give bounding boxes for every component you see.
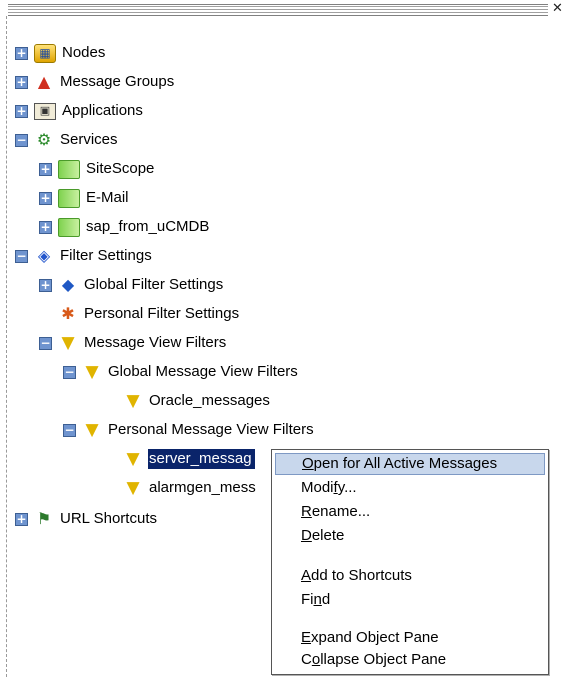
tree-node-filter-settings[interactable]: − ◈ Filter Settings [15,245,155,267]
tree-node-label: URL Shortcuts [60,510,157,527]
menu-item-rename[interactable]: Rename... [275,501,545,523]
applications-icon: ▣ [34,102,56,120]
expand-icon[interactable]: + [15,75,28,89]
expand-icon[interactable]: + [39,220,52,234]
tree-node-label: Message Groups [60,73,175,90]
funnel-icon: ▼ [85,362,99,382]
service-icon [58,188,80,208]
collapse-icon[interactable]: − [15,249,28,263]
tree-node-url-shortcuts[interactable]: + ⚑ URL Shortcuts [15,508,160,530]
collapse-icon[interactable]: − [39,336,52,350]
tree-node-global-filter-settings[interactable]: + ◆ Global Filter Settings [39,274,226,296]
tree-node-label: server_messag [148,449,255,469]
tree-node-personal-message-view-filters[interactable]: − ▼ Personal Message View Filters [63,419,317,441]
funnel-icon: ▼ [126,478,140,498]
tree-node-service[interactable]: + SiteScope [39,158,157,180]
tree-node-label: Oracle_messages [149,392,270,409]
funnel-icon: ▼ [126,449,140,469]
tree-node-label: Filter Settings [60,247,152,264]
context-menu: Open for All Active Messages Modify... R… [271,449,549,675]
tree-node-filter-item-selected[interactable]: ▼ server_messag [123,448,255,470]
menu-item-open-all-active[interactable]: Open for All Active Messages [275,453,545,475]
nodes-icon: ▦ [34,43,56,63]
funnel-icon: ▼ [61,333,75,353]
tree-node-filter-item[interactable]: ▼ Oracle_messages [123,390,273,412]
collapse-icon[interactable]: − [15,133,28,147]
expand-icon[interactable]: + [15,46,28,60]
message-groups-icon: ▲ [37,72,51,91]
services-icon: ⚙ [36,130,52,149]
menu-item-collapse-object-pane[interactable]: Collapse Object Pane [275,649,545,671]
tree-node-applications[interactable]: + ▣ Applications [15,100,146,122]
tree-node-label: sap_from_uCMDB [86,218,210,235]
collapse-icon[interactable]: − [63,423,76,437]
global-filter-icon: ◆ [61,275,75,294]
tree-node-label: Nodes [62,44,106,61]
tree-node-label: Message View Filters [84,334,227,351]
tree-node-services[interactable]: − ⚙ Services [15,129,121,151]
funnel-icon: ▼ [126,391,140,411]
menu-item-find[interactable]: Find [275,589,545,611]
tree-node-label: Applications [62,102,143,119]
tree-node-filter-item[interactable]: ▼ alarmgen_mess [123,477,259,499]
service-icon [58,159,80,179]
tree-node-label: Global Message View Filters [108,363,298,380]
menu-item-modify[interactable]: Modify... [275,477,545,499]
expand-icon[interactable]: + [39,162,52,176]
tree-node-label: Global Filter Settings [84,276,224,293]
tree-node-label: SiteScope [86,160,155,177]
service-icon [58,217,80,237]
tree-node-personal-filter-settings[interactable]: ✱ Personal Filter Settings [58,303,242,325]
funnel-icon: ▼ [85,420,99,440]
expand-icon[interactable]: + [39,191,52,205]
tree-node-label: alarmgen_mess [149,479,256,496]
menu-item-expand-object-pane[interactable]: Expand Object Pane [275,627,545,649]
tree-node-label: Services [60,131,118,148]
tree-node-global-message-view-filters[interactable]: − ▼ Global Message View Filters [63,361,301,383]
expand-icon[interactable]: + [15,104,28,118]
menu-item-add-to-shortcuts[interactable]: Add to Shortcuts [275,565,545,587]
expand-icon[interactable]: + [39,278,52,292]
tree-node-message-view-filters[interactable]: − ▼ Message View Filters [39,332,229,354]
tree-node-service[interactable]: + sap_from_uCMDB [39,216,212,238]
filter-settings-icon: ◈ [37,246,51,265]
expand-icon[interactable]: + [15,512,28,526]
tree-node-label: E-Mail [86,189,129,206]
tree-node-label: Personal Filter Settings [84,305,240,322]
collapse-icon[interactable]: − [63,365,76,379]
menu-item-delete[interactable]: Delete [275,525,545,547]
tree-node-message-groups[interactable]: + ▲ Message Groups [15,71,177,93]
url-shortcuts-icon: ⚑ [36,509,52,528]
tree-node-nodes[interactable]: + ▦ Nodes [15,42,108,64]
tree-node-label: Personal Message View Filters [108,421,314,438]
tree-node-service[interactable]: + E-Mail [39,187,132,209]
personal-filter-icon: ✱ [61,304,75,323]
